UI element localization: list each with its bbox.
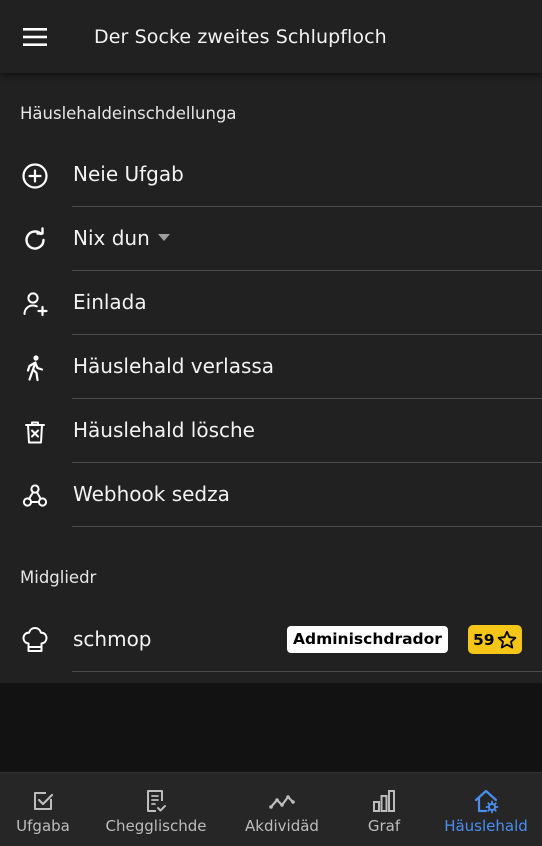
menu-button[interactable] (0, 0, 70, 73)
menu-icon (23, 27, 47, 46)
do-nothing-label: Nix dun (73, 226, 170, 250)
webhook-item[interactable]: Webhook sedza (0, 463, 542, 527)
app-bar: Der Socke zweites Schlupfloch (0, 0, 542, 73)
nav-activity[interactable]: Akdividäd (226, 773, 338, 846)
nav-household-label: Häuslehald (444, 817, 528, 835)
star-icon (497, 630, 516, 648)
nav-checklists-label: Chegglischde (105, 817, 207, 835)
points-badge: 59 (468, 625, 522, 654)
divider (72, 526, 542, 527)
delete-household-item[interactable]: Häuslehald lösche (0, 399, 542, 463)
member-name: schmop (73, 627, 152, 651)
app-title: Der Socke zweites Schlupfloch (94, 25, 387, 48)
dropdown-caret-icon (157, 234, 170, 241)
new-task-label: Neie Ufgab (73, 162, 184, 186)
checklist-icon (142, 787, 170, 815)
nav-activity-label: Akdividäd (245, 817, 319, 835)
nav-graph[interactable]: Graf (338, 773, 430, 846)
members-header: Midgliedr (20, 568, 97, 587)
delete-household-label: Häuslehald lösche (73, 418, 255, 442)
settings-header: Häuslehaldeinschdellunga (20, 104, 237, 123)
divider (72, 671, 542, 672)
role-badge: Adminischdrador (287, 626, 448, 653)
walk-icon (20, 353, 50, 383)
do-nothing-item[interactable]: Nix dun (0, 207, 542, 271)
new-task-item[interactable]: Neie Ufgab (0, 143, 542, 207)
house-settings-icon (472, 787, 500, 815)
nav-checklists[interactable]: Chegglischde (86, 773, 226, 846)
nav-tasks[interactable]: Ufgaba (0, 773, 86, 846)
chef-hat-icon (20, 625, 50, 655)
activity-icon (268, 787, 296, 815)
refresh-icon (20, 225, 50, 255)
task-check-icon (29, 787, 57, 815)
person-add-icon (20, 289, 50, 319)
bar-chart-icon (370, 787, 398, 815)
leave-household-label: Häuslehald verlassa (73, 354, 275, 378)
bottom-navigation: Ufgaba Chegglischde Akdividäd Graf Häusl… (0, 772, 542, 846)
trash-icon (20, 417, 50, 447)
nav-graph-label: Graf (367, 817, 401, 835)
nav-tasks-label: Ufgaba (16, 817, 70, 835)
household-panel: Häuslehaldeinschdellunga Neie Ufgab Nix … (0, 73, 542, 683)
webhook-icon (20, 481, 50, 511)
member-row[interactable]: schmop Adminischdrador 59 (0, 608, 542, 672)
invite-label: Einlada (73, 290, 147, 314)
nav-household[interactable]: Häuslehald (430, 773, 542, 846)
points-value: 59 (473, 630, 495, 649)
add-circle-icon (20, 161, 50, 191)
invite-item[interactable]: Einlada (0, 271, 542, 335)
leave-household-item[interactable]: Häuslehald verlassa (0, 335, 542, 399)
webhook-label: Webhook sedza (73, 482, 230, 506)
